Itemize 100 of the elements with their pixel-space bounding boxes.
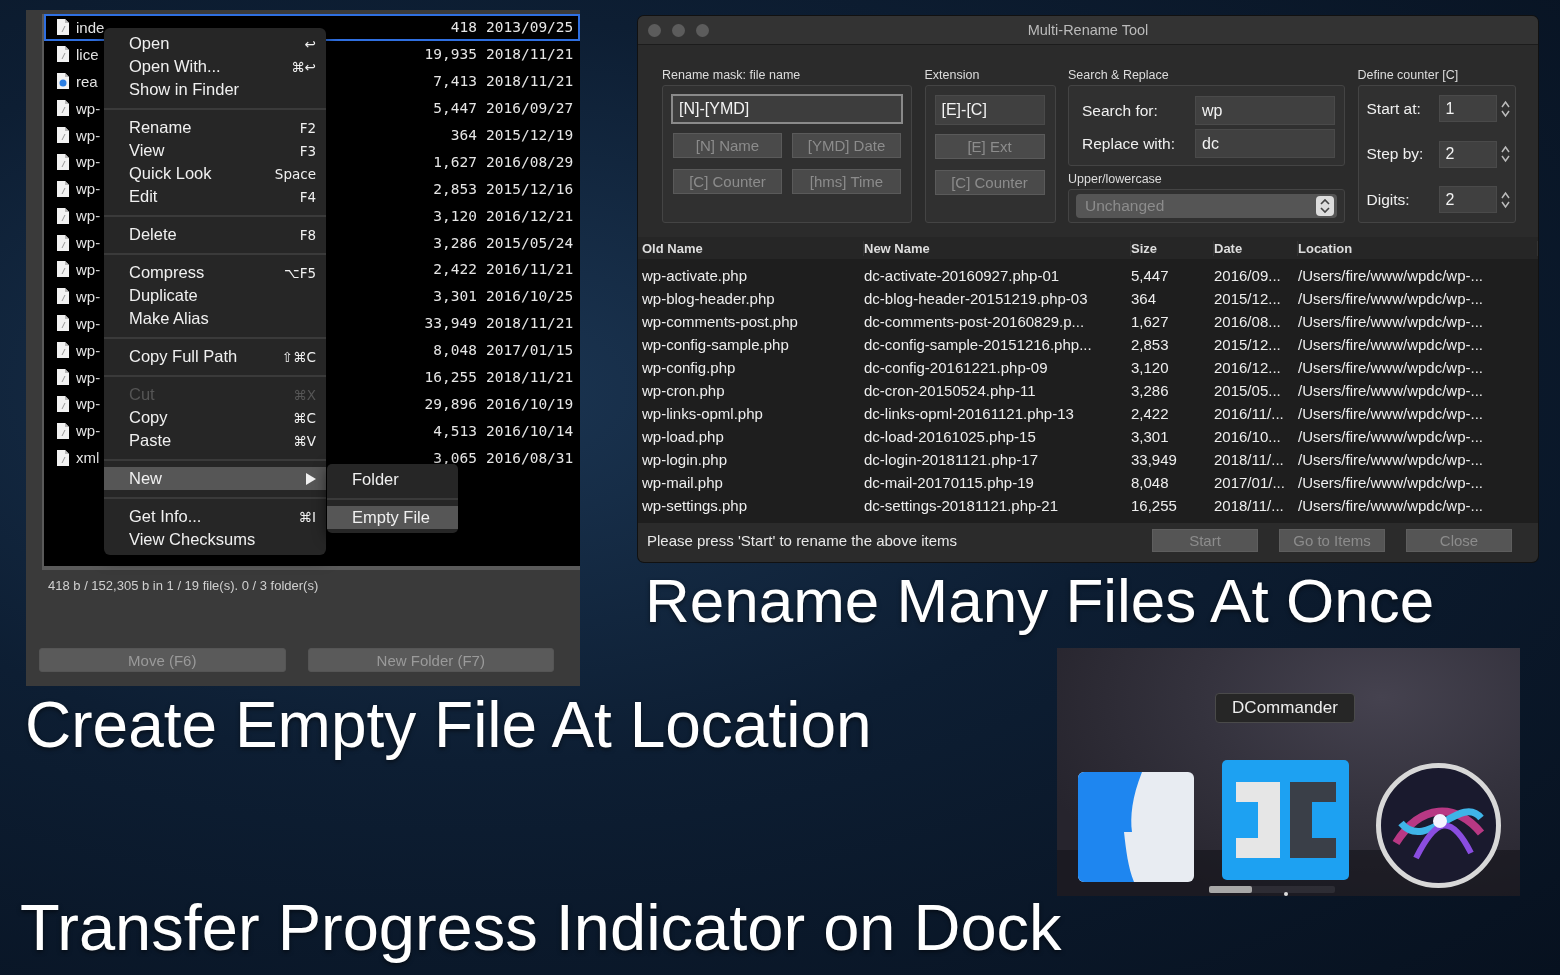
table-cell-text: wp-settings.php: [642, 497, 749, 514]
table-cell-text: wp-mail.php: [642, 474, 724, 491]
menu-shortcut: ⌘I: [298, 508, 316, 525]
table-cell-text: wp-config-sample.php: [642, 336, 790, 353]
menu-label: Paste: [129, 431, 172, 450]
group-label: Search & Replace: [1068, 67, 1169, 83]
menu-item[interactable]: Quick Look Space: [104, 162, 326, 185]
file-date: 2016/09/27: [486, 100, 574, 117]
file-name: wp-: [76, 207, 101, 225]
menu-item[interactable]: Duplicate: [104, 284, 326, 307]
table-cell-text: dc-config-20161221.php-09: [864, 359, 1049, 376]
menu-shortcut: ⌘↩: [291, 58, 316, 75]
table-cell-text: 3,120: [1131, 359, 1170, 376]
text-field[interactable]: wp: [1195, 96, 1335, 125]
field-label: Digits:: [1366, 190, 1410, 209]
menu-label: Open: [129, 34, 170, 53]
table-cell-text: dc-blog-header-20151219.php-03: [864, 290, 1089, 307]
mask-field[interactable]: [N]-[YMD]: [671, 94, 903, 124]
file-date: 2018/11/21: [486, 46, 574, 63]
stepper-icon: [1500, 98, 1510, 119]
file-name: xml: [76, 449, 100, 467]
menu-item[interactable]: Folder: [327, 468, 458, 491]
file-name: wp-: [76, 234, 101, 252]
stepper-icon: [1500, 189, 1510, 210]
table-cell-text: 2016/09...: [1214, 267, 1282, 284]
table-cell-text: /Users/fire/www/wpdc/wp-...: [1298, 497, 1485, 514]
file-date: 2016/08/31: [486, 449, 574, 466]
menu-label: Copy Full Path: [129, 347, 238, 366]
table-cell-text: 2016/08...: [1214, 313, 1282, 330]
table-cell-text: dc-mail-20170115.php-19: [864, 474, 1035, 491]
file-name: wp-: [76, 126, 101, 144]
table-cell-text: wp-login.php: [642, 451, 729, 468]
column-header[interactable]: Size: [1131, 240, 1214, 256]
file-icon: [56, 448, 70, 467]
group-label: Rename mask: file name: [662, 67, 801, 83]
menu-item[interactable]: Open With... ⌘↩: [104, 55, 326, 78]
app-tooltip: DCommander: [1215, 693, 1355, 723]
file-size: 7,413: [433, 73, 478, 90]
file-date: 2016/08/29: [486, 153, 574, 170]
menu-shortcut: ⌘V: [293, 432, 316, 449]
status-text: 418 b / 152,305 b in 1 / 19 file(s). 0 / 3 folder(s): [47, 577, 319, 594]
window-control-icon: [696, 23, 709, 37]
number-field[interactable]: 2: [1438, 140, 1497, 168]
menu-shortcut: ⌘C: [293, 409, 316, 426]
menu-shortcut: ⌥F5: [284, 264, 316, 281]
file-name: wp-: [76, 341, 101, 359]
table-cell-text: 2,422: [1131, 405, 1170, 422]
menu-item[interactable]: Compress ⌥F5: [104, 261, 326, 284]
file-size: 3,120: [433, 207, 478, 224]
orb-icon[interactable]: [1376, 763, 1501, 888]
field-label: Start at:: [1366, 99, 1421, 118]
file-icon: [56, 394, 70, 413]
file-size: 2,853: [433, 180, 478, 197]
menu-shortcut: F4: [299, 188, 316, 205]
menu-label: View: [129, 141, 165, 160]
column-header[interactable]: New Name: [864, 240, 1131, 256]
file-icon: [56, 126, 70, 144]
field-label: Replace with:: [1082, 134, 1176, 153]
menu-item[interactable]: Edit F4: [104, 185, 326, 208]
menu-item[interactable]: Empty File: [327, 506, 458, 529]
bracket-app-icon[interactable]: [1222, 760, 1349, 880]
table-cell-text: 16,255: [1131, 497, 1178, 514]
file-icon: [56, 99, 70, 118]
menu-item[interactable]: Open ↩: [104, 32, 326, 55]
group-label: Upper/lowercase: [1068, 171, 1162, 187]
column-header[interactable]: Location: [1298, 240, 1538, 256]
file-icon: [56, 18, 70, 37]
split-square-icon[interactable]: [1078, 772, 1194, 882]
menu-item[interactable]: Paste ⌘V: [104, 429, 326, 452]
number-field[interactable]: 2: [1438, 186, 1497, 213]
table-cell-text: 2017/01/...: [1214, 474, 1286, 491]
file-size: 3,065: [433, 449, 478, 466]
file-size: 3,286: [433, 234, 478, 251]
menu-item[interactable]: View F3: [104, 139, 326, 162]
menu-shortcut: ↩: [304, 35, 316, 52]
column-header[interactable]: Date: [1214, 240, 1298, 256]
menu-item[interactable]: Copy Full Path ⇧⌘C: [104, 345, 326, 368]
menu-shortcut: F3: [299, 142, 316, 159]
table-cell-text: wp-cron.php: [642, 382, 726, 399]
table-cell-text: 2016/10...: [1214, 428, 1282, 445]
table-cell-text: dc-links-opml-20161121.php-13: [864, 405, 1075, 422]
table-cell-text: /Users/fire/www/wpdc/wp-...: [1298, 290, 1485, 307]
table-cell-text: 2015/12...: [1214, 336, 1282, 353]
menu-item[interactable]: Make Alias: [104, 307, 326, 330]
table-cell-text: /Users/fire/www/wpdc/wp-...: [1298, 359, 1485, 376]
table-cell-text: /Users/fire/www/wpdc/wp-...: [1298, 313, 1485, 330]
menu-item[interactable]: New: [104, 467, 326, 490]
file-icon: [56, 287, 70, 306]
extension-field[interactable]: [E]-[C]: [934, 95, 1045, 125]
menu-label: Edit: [129, 187, 158, 206]
menu-item[interactable]: Rename F2: [104, 116, 326, 139]
menu-item[interactable]: Show in Finder: [104, 78, 326, 101]
menu-item[interactable]: Copy ⌘C: [104, 406, 326, 429]
menu-item[interactable]: Delete F8: [104, 223, 326, 246]
menu-item[interactable]: Get Info... ⌘I: [104, 505, 326, 528]
menu-item[interactable]: View Checksums: [104, 528, 326, 551]
number-field[interactable]: 1: [1438, 95, 1497, 122]
column-header[interactable]: Old Name: [642, 240, 864, 256]
table-cell-text: wp-load.php: [642, 428, 725, 445]
text-field[interactable]: dc: [1195, 129, 1335, 158]
